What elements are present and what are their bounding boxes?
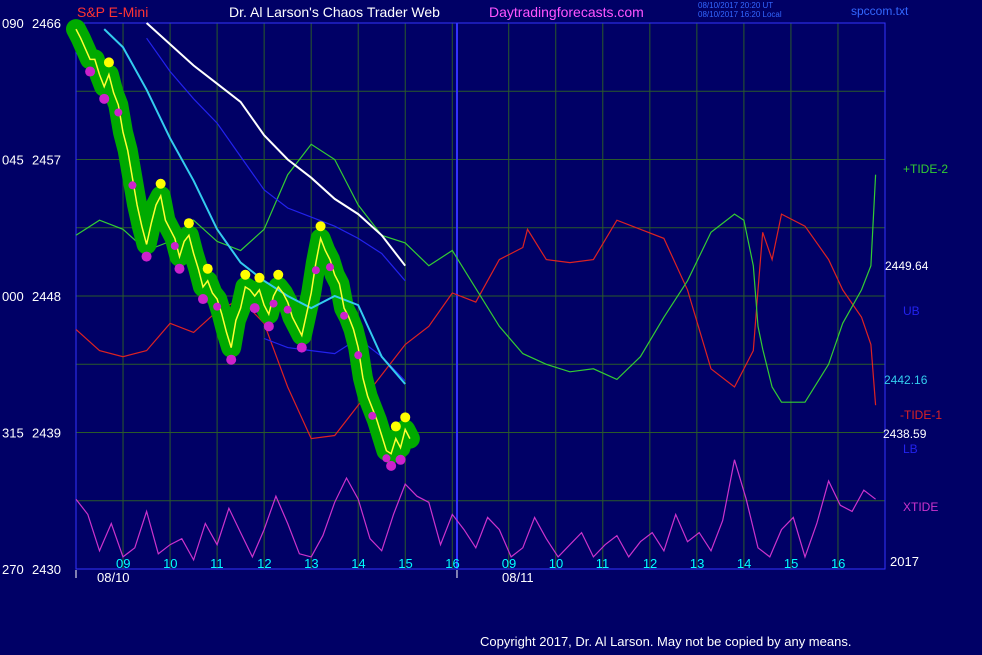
x-tick-label: 12 xyxy=(257,556,271,571)
swing-high-dot xyxy=(183,218,194,229)
tide1-label: -TIDE-1 xyxy=(900,408,942,422)
y-left-tick-label: 000 xyxy=(2,289,24,304)
price-dot xyxy=(269,299,278,308)
day-label: 08/10 xyxy=(97,570,130,585)
lb-label: LB xyxy=(903,442,918,456)
chart-root: 090 2466 045 2457 000 2448 315 2439 270 2430 09 10 1… xyxy=(0,0,982,650)
swing-high-dot xyxy=(240,269,251,280)
price-dot xyxy=(283,305,292,314)
header-stamp-line1: 08/10/2017 20:20 UT xyxy=(698,1,773,10)
y-left-tick-label: 270 xyxy=(2,562,24,577)
swing-high-dot xyxy=(155,178,166,189)
white-value-label: 2449.64 xyxy=(885,259,929,273)
swing-high-dot xyxy=(273,269,284,280)
cyan-value-label: 2442.16 xyxy=(884,373,928,387)
x-tick-label: 09 xyxy=(502,556,516,571)
swing-low-dot xyxy=(85,66,96,77)
swing-high-dot xyxy=(400,412,411,423)
price-dot xyxy=(213,302,222,311)
year-label: 2017 xyxy=(890,554,919,569)
price-dot xyxy=(114,108,123,117)
swing-low-dot xyxy=(386,460,397,471)
swing-low-dot xyxy=(99,93,110,104)
swing-low-dot xyxy=(395,454,406,465)
swing-high-dot xyxy=(390,421,401,432)
price-dot xyxy=(354,351,363,360)
footer-copyright: Copyright 2017, Dr. Al Larson. May not b… xyxy=(480,634,851,649)
y-tick-label: 2439 xyxy=(32,426,61,441)
swing-low-dot xyxy=(226,354,237,365)
x-tick-label: 15 xyxy=(398,556,412,571)
price-dot xyxy=(170,241,179,250)
y-tick-label: 2466 xyxy=(32,16,61,31)
swing-high-dot xyxy=(103,57,114,68)
x-tick-label: 14 xyxy=(737,556,751,571)
swing-low-dot xyxy=(141,251,152,262)
xtide-label: XTIDE xyxy=(903,500,938,514)
y-tick-label: 2448 xyxy=(32,289,61,304)
header-stamp-line2: 08/10/2017 16:20 Local xyxy=(698,10,782,19)
price-dot xyxy=(382,454,391,463)
swing-low-dot xyxy=(263,321,274,332)
swing-high-dot xyxy=(315,221,326,232)
x-tick-label: 11 xyxy=(210,556,224,571)
header-url: Daytradingforecasts.com xyxy=(489,4,644,20)
price-dot xyxy=(128,181,137,190)
ub-label: UB xyxy=(903,304,920,318)
price-dot xyxy=(325,263,334,272)
day-label: 08/11 xyxy=(502,570,534,585)
x-tick-label: 16 xyxy=(831,556,845,571)
swing-high-dot xyxy=(254,272,265,283)
y-left-tick-label: 315 xyxy=(2,426,24,441)
y-tick-label: 2430 xyxy=(32,562,61,577)
swing-low-dot xyxy=(174,263,185,274)
close-value-label: 2438.59 xyxy=(883,427,927,441)
tide2-label: +TIDE-2 xyxy=(903,162,948,176)
y-left-tick-label: 045 xyxy=(2,153,24,168)
x-tick-label: 13 xyxy=(690,556,704,571)
x-tick-label: 15 xyxy=(784,556,798,571)
y-left-tick-label: 090 xyxy=(2,16,24,31)
y-tick-label: 2457 xyxy=(32,153,61,168)
header-instrument: S&P E-Mini xyxy=(77,4,148,20)
x-tick-label: 13 xyxy=(304,556,318,571)
x-tick-label: 12 xyxy=(643,556,657,571)
swing-low-dot xyxy=(197,294,208,305)
price-dot xyxy=(368,411,377,420)
swing-low-dot xyxy=(249,303,260,314)
header-site: Dr. Al Larson's Chaos Trader Web xyxy=(229,4,440,20)
x-tick-label: 14 xyxy=(351,556,365,571)
price-dot xyxy=(340,311,349,320)
swing-high-dot xyxy=(202,263,213,274)
x-tick-label: 10 xyxy=(549,556,563,571)
x-tick-label: 16 xyxy=(445,556,459,571)
swing-low-dot xyxy=(296,342,307,353)
chart-background xyxy=(0,0,982,650)
header-file: spccom.txt xyxy=(851,4,909,18)
x-tick-label: 09 xyxy=(116,556,130,571)
x-tick-label: 10 xyxy=(163,556,177,571)
price-dot xyxy=(311,266,320,275)
x-tick-label: 11 xyxy=(596,556,610,571)
chart-svg: 090 2466 045 2457 000 2448 315 2439 270 2430 09 10 1… xyxy=(0,0,982,650)
